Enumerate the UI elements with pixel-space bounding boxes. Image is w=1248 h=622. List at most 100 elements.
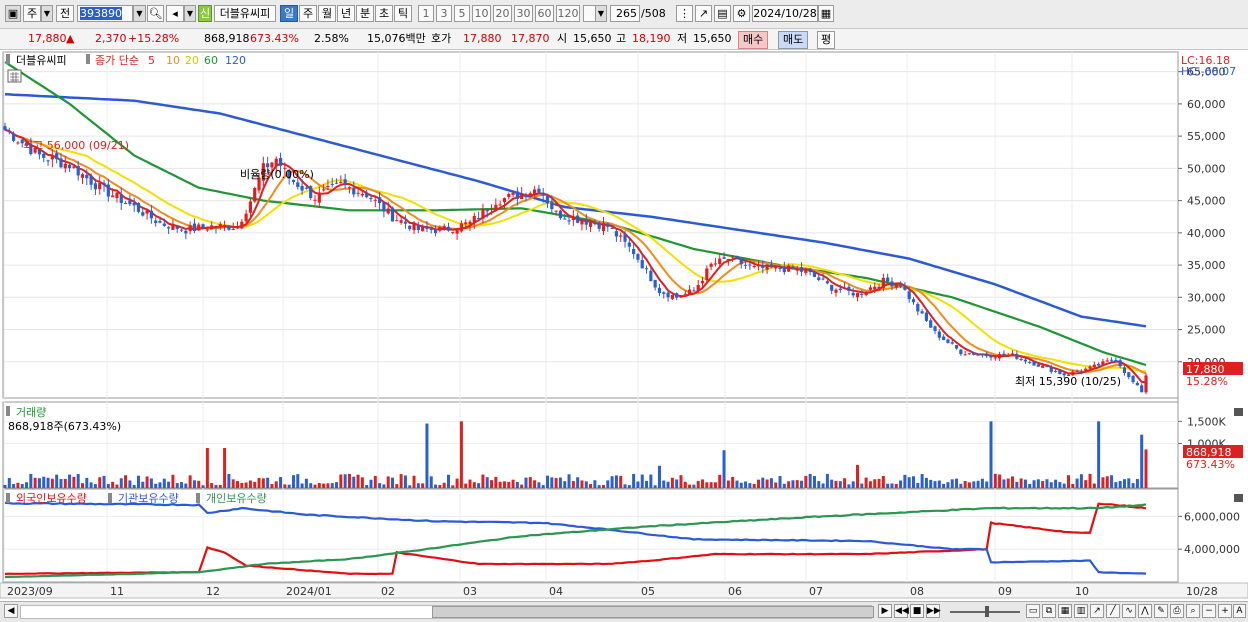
close-holdings-panel-icon[interactable] [1234, 494, 1243, 502]
date-input[interactable]: 2024/10/28 [752, 5, 818, 22]
volume-bar [1140, 434, 1144, 488]
interval-20[interactable]: 20 [493, 5, 512, 22]
period-day[interactable]: 일 [280, 5, 298, 22]
low-label: 저 [677, 32, 688, 45]
font-size-icon[interactable]: A [1233, 604, 1246, 618]
candle-body [1109, 359, 1114, 361]
period-week[interactable]: 주 [299, 5, 317, 22]
zoom-icon[interactable]: ⌕ [1186, 604, 1200, 618]
candle-body [322, 189, 326, 191]
candle-body [50, 156, 54, 160]
chevron-down-icon[interactable]: ▼ [41, 5, 53, 22]
zoom-out-icon[interactable]: − [1202, 604, 1216, 618]
sell-button[interactable]: 매도 [778, 31, 809, 49]
candle-body [985, 353, 989, 357]
interval-dropdown-icon[interactable]: ▼ [595, 5, 607, 22]
rewind-icon[interactable]: ◀◀ [894, 604, 909, 618]
period-month[interactable]: 월 [318, 5, 336, 22]
period-tick[interactable]: 틱 [394, 5, 412, 22]
candle-body [959, 349, 963, 355]
candle-body [808, 268, 812, 273]
period-minute[interactable]: 분 [356, 5, 374, 22]
volume-bar [804, 475, 808, 488]
print-icon[interactable]: ⎙ [1170, 604, 1184, 618]
layout-grid-icon[interactable]: ▦ [1058, 604, 1072, 618]
zoom-in-icon[interactable]: + [1218, 604, 1232, 618]
trend-up-icon[interactable]: ↗ [1090, 604, 1104, 618]
buy-button[interactable]: 매수 [738, 31, 769, 49]
count-input[interactable]: 265 [610, 5, 640, 22]
interval-120[interactable]: 120 [556, 5, 580, 22]
wave-icon[interactable]: ∿ [1122, 604, 1136, 618]
code-input[interactable]: 393890 [77, 5, 133, 22]
scroll-right-icon[interactable]: ▶ [878, 604, 892, 618]
copy-icon[interactable]: ⧉ [1042, 604, 1056, 618]
trend-line-icon[interactable]: ╱ [1106, 604, 1120, 618]
scroll-thumb[interactable] [432, 606, 874, 618]
candle-body [1079, 371, 1084, 373]
candle-body [477, 218, 481, 220]
change-percent: +15.28% [128, 32, 180, 45]
volume-bar [520, 484, 524, 488]
volume-bar [124, 475, 128, 488]
candle-body [593, 222, 597, 224]
interval-60[interactable]: 60 [535, 5, 554, 22]
interval-5[interactable]: 5 [454, 5, 470, 22]
volume-bar [1118, 480, 1122, 488]
scroll-left-icon[interactable]: ◀ [4, 604, 18, 618]
volume-bar [696, 481, 700, 488]
candle-body [1019, 358, 1023, 360]
volume-bar [46, 477, 50, 488]
volume-bar [347, 473, 351, 488]
candle-body [192, 223, 197, 231]
candle-body [791, 266, 795, 270]
volume-bar [817, 481, 821, 488]
volume-bar [688, 484, 692, 488]
gear-icon[interactable]: ⚙ [733, 5, 750, 22]
market-select[interactable]: 주 [23, 5, 41, 22]
interval-10[interactable]: 10 [472, 5, 491, 22]
zigzag-icon[interactable]: ⋀ [1138, 604, 1152, 618]
interval-30[interactable]: 30 [514, 5, 533, 22]
zoom-slider-handle[interactable] [985, 606, 989, 617]
interval-1[interactable]: 1 [418, 5, 434, 22]
period-second[interactable]: 초 [375, 5, 393, 22]
interval-3[interactable]: 3 [436, 5, 452, 22]
candle-body [1092, 364, 1096, 368]
holdings-marker-icon [108, 493, 112, 503]
calendar-icon[interactable]: ▦ [818, 5, 834, 22]
volume-bar [998, 474, 1002, 488]
draw-tool-icon[interactable]: ↗ [695, 5, 712, 22]
save-icon[interactable]: ▤ [714, 5, 731, 22]
volume-bar [963, 480, 967, 488]
evaluation-button[interactable]: 평 [817, 31, 836, 49]
candle-body [726, 258, 730, 261]
mode-select[interactable]: 전 [56, 5, 74, 22]
candle-body [1127, 372, 1131, 377]
candle-body [662, 292, 666, 294]
candle-body [369, 197, 373, 200]
date-tick-label: 05 [641, 585, 655, 598]
speaker-icon[interactable]: ◂ [166, 5, 184, 22]
candle-body [1135, 382, 1139, 386]
candle-body [403, 221, 408, 224]
period-year[interactable]: 년 [337, 5, 355, 22]
chart-type-icon[interactable]: ▥ [1074, 604, 1088, 618]
candle-body [201, 224, 205, 228]
volume-bar [627, 485, 631, 488]
layout-icon[interactable]: ▣ [5, 5, 21, 22]
grid-icon[interactable]: ⋮ [676, 5, 693, 22]
speaker-dropdown-icon[interactable]: ▼ [184, 5, 196, 22]
stop-icon[interactable]: ■ [910, 604, 924, 618]
candle-body [619, 235, 623, 237]
fast-forward-icon[interactable]: ▶▶ [926, 604, 941, 618]
volume-bar [102, 475, 106, 488]
split-view-icon[interactable]: ▭ [1026, 604, 1040, 618]
draw-icon[interactable]: ✎ [1154, 604, 1168, 618]
stock-chart[interactable]: 20,00025,00030,00035,00040,00045,00050,0… [0, 50, 1248, 601]
search-icon[interactable]: 🔍︎ [147, 5, 164, 22]
close-volume-panel-icon[interactable] [1234, 408, 1243, 416]
code-dropdown-icon[interactable]: ▼ [133, 5, 146, 22]
volume-bar [76, 474, 80, 488]
volume-bar [7, 477, 11, 488]
